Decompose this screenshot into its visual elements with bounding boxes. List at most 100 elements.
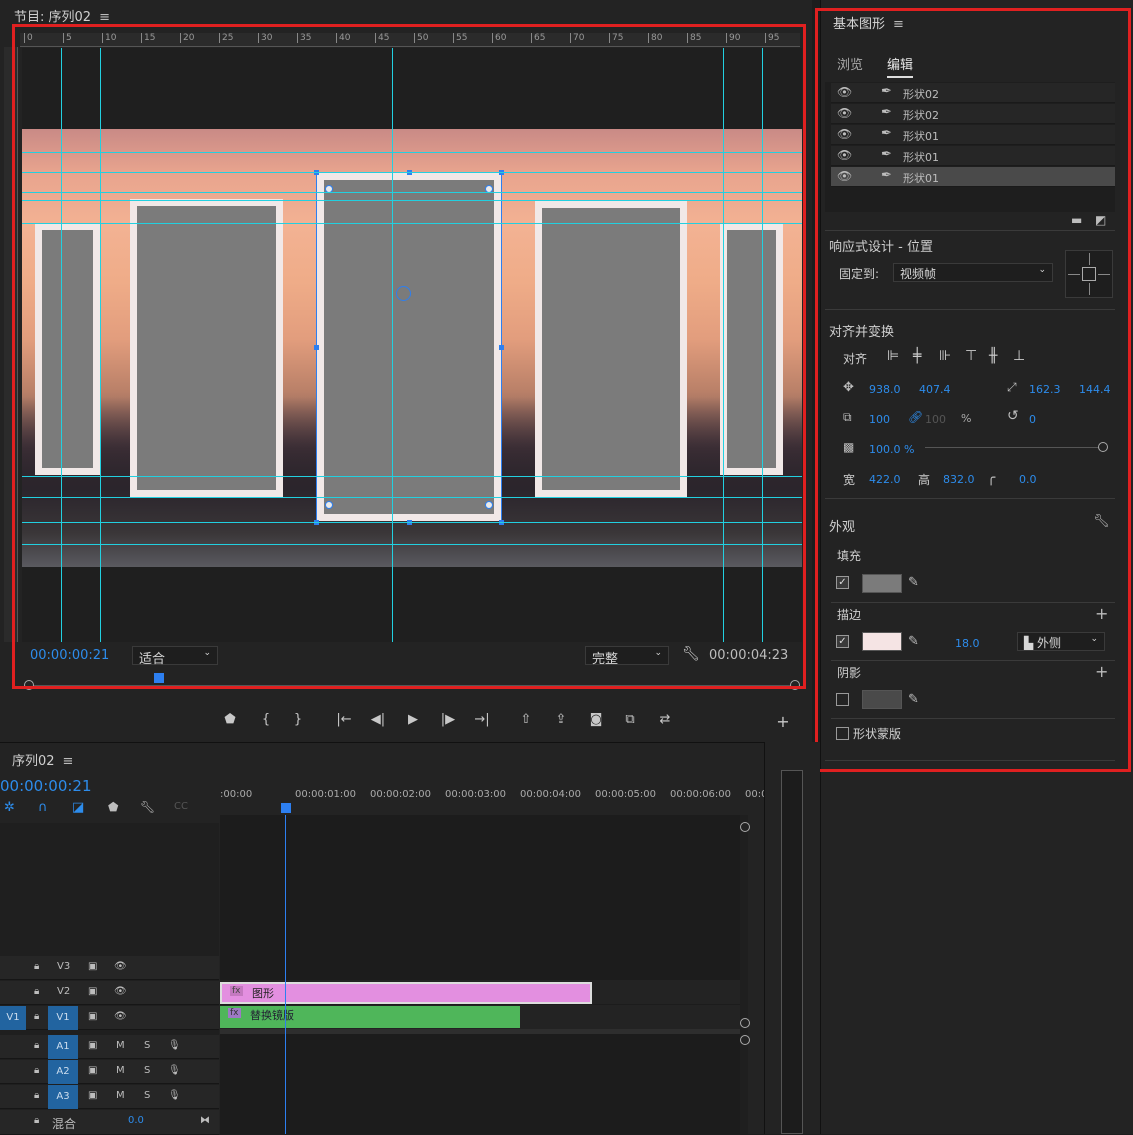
monitor-canvas[interactable] <box>22 48 802 642</box>
fit-dropdown[interactable]: 适合 ⌄ <box>132 646 218 667</box>
quality-dropdown[interactable]: 完整 ⌄ <box>585 646 669 667</box>
menu-icon[interactable]: ≡ <box>893 17 904 32</box>
align-top-icon[interactable]: ⊤ <box>965 348 977 364</box>
transform-handle[interactable] <box>499 345 504 350</box>
fill-checkbox[interactable]: ✓ <box>836 576 849 589</box>
layer-row[interactable]: 👁︎ ✒ 形状01 <box>831 125 1115 145</box>
magnet-icon[interactable]: ∩ <box>38 800 48 815</box>
mute-button[interactable]: M <box>116 1065 125 1076</box>
layer-row[interactable]: 👁︎ ✒ 形状02 <box>831 104 1115 124</box>
track-a3[interactable]: 🔒︎ A3 ▣ M S 🎙︎ <box>0 1085 219 1109</box>
new-layer-icon[interactable]: ◩ <box>1095 213 1106 227</box>
track-v1[interactable]: V1 🔒︎ V1 ▣ 👁︎ <box>0 1006 219 1030</box>
corner-value[interactable]: 0.0 <box>1019 473 1037 486</box>
stroke-checkbox[interactable]: ✓ <box>836 635 849 648</box>
shadow-checkbox[interactable] <box>836 693 849 706</box>
corner-radius-handle[interactable] <box>485 501 493 509</box>
solo-button[interactable]: S <box>144 1065 150 1076</box>
menu-icon[interactable]: ≡ <box>63 754 74 769</box>
clip-graphic[interactable]: fx 图形 <box>220 982 592 1004</box>
add-button-icon[interactable]: + <box>773 712 793 731</box>
scale-value[interactable]: 100 <box>869 413 890 426</box>
eye-icon[interactable]: 👁︎ <box>837 148 852 162</box>
shape-panel-far-right[interactable] <box>720 223 783 475</box>
track-v2[interactable]: 🔒︎ V2 ▣ 👁︎ <box>0 981 219 1005</box>
film-icon[interactable]: ▣ <box>88 961 97 972</box>
timeline-timecode[interactable]: 00:00:00:21 <box>0 777 92 795</box>
add-stroke-icon[interactable]: + <box>1095 604 1108 623</box>
guide-line[interactable] <box>723 48 724 642</box>
wrench-icon[interactable]: 🔧︎ <box>682 646 700 662</box>
step-back-icon[interactable]: ◀| <box>368 712 388 727</box>
track-v3[interactable]: 🔒︎ V3 ▣ 👁︎ <box>0 956 219 980</box>
mute-button[interactable]: M <box>116 1040 125 1051</box>
link-icon[interactable]: 🔗︎ <box>908 410 923 424</box>
mark-in-icon[interactable]: { <box>256 712 276 727</box>
stroke-swatch[interactable] <box>862 632 902 651</box>
track-a2[interactable]: 🔒︎ A2 ▣ M S 🎙︎ <box>0 1060 219 1084</box>
guide-line[interactable] <box>22 200 802 201</box>
export-frame-icon[interactable]: ◙ <box>586 712 606 727</box>
shape-panel-far-left[interactable] <box>35 223 100 475</box>
align-bottom-icon[interactable]: ⊥ <box>1013 348 1025 364</box>
scrub-start-handle[interactable] <box>24 680 34 690</box>
monitor-scrubber[interactable] <box>24 673 800 694</box>
film-icon[interactable]: ▣ <box>88 1065 97 1076</box>
go-to-out-icon[interactable]: →| <box>472 712 492 727</box>
anchor-x[interactable]: 162.3 <box>1029 383 1061 396</box>
mic-icon[interactable]: 🎙︎ <box>168 1090 181 1101</box>
mute-button[interactable]: M <box>116 1090 125 1101</box>
film-icon[interactable]: ▣ <box>88 1090 97 1101</box>
tab-edit[interactable]: 编辑 <box>887 54 914 78</box>
shape-panel-left[interactable] <box>130 199 283 497</box>
guide-line[interactable] <box>61 48 62 642</box>
lift-icon[interactable]: ⇧ <box>516 712 536 727</box>
wrench-icon[interactable]: 🔧︎ <box>1093 514 1110 529</box>
add-shadow-icon[interactable]: + <box>1095 662 1108 681</box>
pin-center[interactable] <box>1082 267 1096 281</box>
timeline-playhead[interactable] <box>281 803 291 813</box>
align-right-icon[interactable]: ⊪ <box>939 348 951 364</box>
film-icon[interactable]: ▣ <box>88 1011 97 1022</box>
eyedropper-icon[interactable]: ✎ <box>908 634 919 649</box>
eye-icon[interactable]: 👁︎ <box>114 1011 127 1022</box>
scrub-end-handle[interactable] <box>790 680 800 690</box>
scroll-handle[interactable] <box>740 1035 750 1045</box>
eyedropper-icon[interactable]: ✎ <box>908 575 919 590</box>
toggle-proxy-icon[interactable]: ⇄ <box>655 712 675 727</box>
lock-icon[interactable]: 🔒︎ <box>34 961 39 972</box>
compare-icon[interactable]: ⧉ <box>620 712 640 727</box>
position-x[interactable]: 938.0 <box>869 383 901 396</box>
stroke-width[interactable]: 18.0 <box>955 637 980 650</box>
guide-line[interactable] <box>762 48 763 642</box>
layer-row-selected[interactable]: 👁︎ ✒ 形状01 <box>831 167 1115 187</box>
film-icon[interactable]: ▣ <box>88 1040 97 1051</box>
width-value[interactable]: 422.0 <box>869 473 901 486</box>
track-target-v1[interactable]: V1 <box>48 1006 78 1030</box>
playhead[interactable] <box>154 673 164 683</box>
guide-line[interactable] <box>22 223 802 224</box>
guide-line[interactable] <box>22 497 802 498</box>
go-to-in-icon[interactable]: |← <box>334 712 354 727</box>
guide-line[interactable] <box>22 522 802 523</box>
solo-button[interactable]: S <box>144 1040 150 1051</box>
lock-icon[interactable]: 🔒︎ <box>34 1040 39 1051</box>
rotation-value[interactable]: 0 <box>1029 413 1036 426</box>
opacity-slider-thumb[interactable] <box>1098 442 1108 452</box>
timeline-scrollbar[interactable] <box>740 815 748 1134</box>
eye-icon[interactable]: 👁︎ <box>114 986 127 997</box>
scroll-handle[interactable] <box>740 822 750 832</box>
lock-icon[interactable]: 🔒︎ <box>34 986 39 997</box>
shape-panel-right[interactable] <box>535 201 687 497</box>
pin-widget[interactable] <box>1065 250 1113 298</box>
tab-browse[interactable]: 浏览 <box>837 54 863 73</box>
track-target-a1[interactable]: A1 <box>48 1035 78 1059</box>
shadow-swatch[interactable] <box>862 690 902 709</box>
guide-line[interactable] <box>22 172 802 173</box>
lock-icon[interactable]: 🔒︎ <box>34 1011 39 1022</box>
film-icon[interactable]: ▣ <box>88 986 97 997</box>
add-marker-icon[interactable]: ⬟ <box>108 800 118 814</box>
lock-icon[interactable]: 🔒︎ <box>34 1065 39 1076</box>
folder-icon[interactable]: ▬ <box>1071 213 1082 227</box>
opacity-value[interactable]: 100.0 % <box>869 443 914 456</box>
